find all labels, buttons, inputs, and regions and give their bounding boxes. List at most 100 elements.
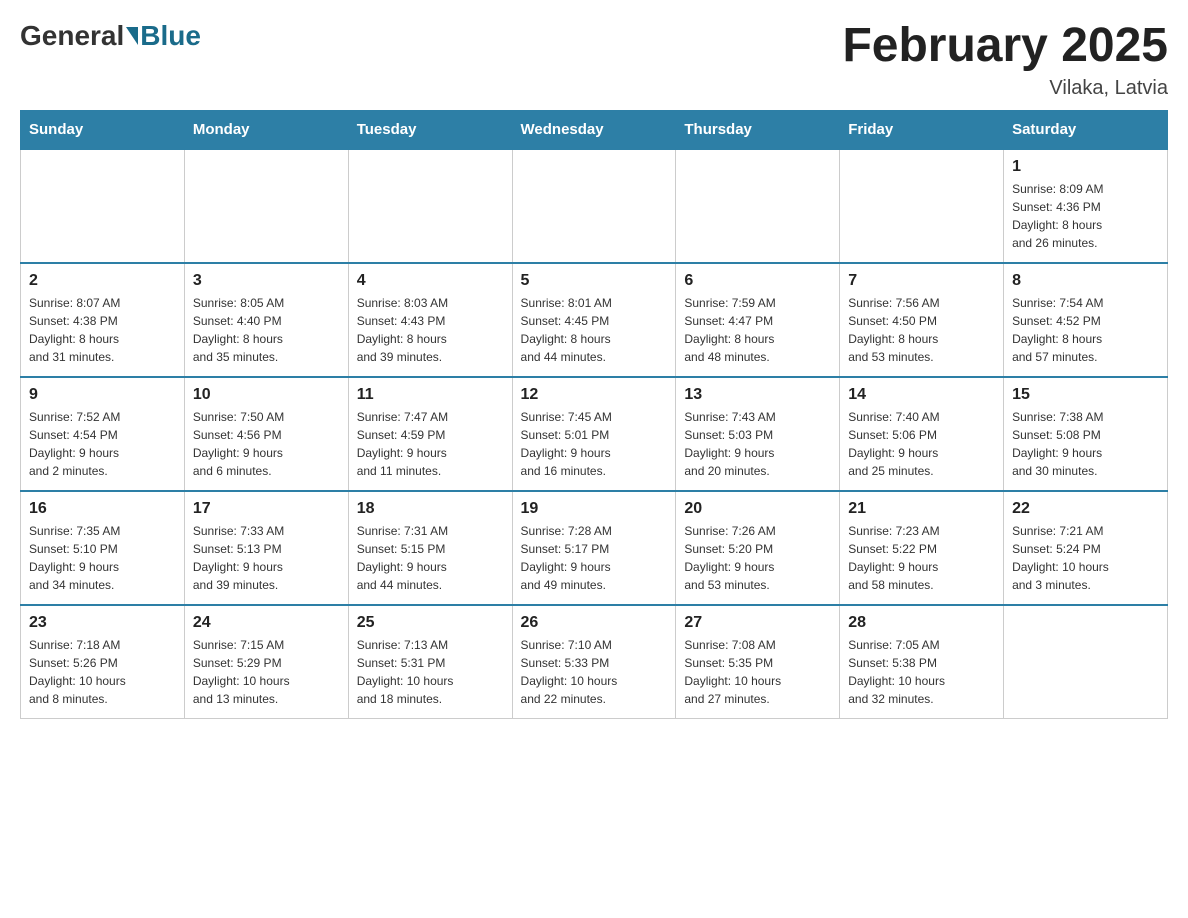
day-number: 6 [684, 272, 831, 290]
calendar-day-cell: 23 Sunrise: 7:18 AM Sunset: 5:26 PM Dayli… [21, 605, 185, 719]
day-info: Sunrise: 7:40 AM Sunset: 5:06 PM Dayligh… [848, 408, 995, 480]
calendar-day-cell: 7Sunrise: 7:56 AM Sunset: 4:50 PM Daylig… [840, 263, 1004, 377]
calendar-day-cell [1004, 605, 1168, 719]
day-number: 22 [1012, 500, 1159, 518]
calendar-week-row: 1Sunrise: 8:09 AM Sunset: 4:36 PM Daylig… [21, 149, 1168, 263]
calendar-day-cell: 2Sunrise: 8:07 AM Sunset: 4:38 PM Daylig… [21, 263, 185, 377]
day-info: Sunrise: 7:35 AM Sunset: 5:10 PM Dayligh… [29, 522, 176, 594]
calendar-day-cell [512, 149, 676, 263]
calendar-day-header: Monday [184, 110, 348, 149]
month-title: February 2025 [842, 20, 1168, 73]
day-number: 18 [357, 500, 504, 518]
calendar-day-cell: 25 Sunrise: 7:13 AM Sunset: 5:31 PM Dayli… [348, 605, 512, 719]
day-number: 14 [848, 386, 995, 404]
logo-arrow-icon [126, 27, 138, 45]
day-number: 25 [357, 614, 504, 632]
day-info: Sunrise: 7:54 AM Sunset: 4:52 PM Dayligh… [1012, 294, 1159, 366]
day-info: Sunrise: 7:31 AM Sunset: 5:15 PM Dayligh… [357, 522, 504, 594]
day-number: 27 [684, 614, 831, 632]
day-number: 3 [193, 272, 340, 290]
day-number: 13 [684, 386, 831, 404]
day-number: 19 [521, 500, 668, 518]
day-number: 12 [521, 386, 668, 404]
calendar-day-cell [21, 149, 185, 263]
calendar-day-cell: 4 Sunrise: 8:03 AM Sunset: 4:43 PM Daylig… [348, 263, 512, 377]
calendar-header-row: SundayMondayTuesdayWednesdayThursdayFrid… [21, 110, 1168, 149]
calendar-day-header: Saturday [1004, 110, 1168, 149]
calendar-day-cell [184, 149, 348, 263]
calendar-day-cell [676, 149, 840, 263]
calendar-day-cell: 21Sunrise: 7:23 AM Sunset: 5:22 PM Dayli… [840, 491, 1004, 605]
calendar-week-row: 23 Sunrise: 7:18 AM Sunset: 5:26 PM Dayli… [21, 605, 1168, 719]
calendar-day-cell: 3 Sunrise: 8:05 AM Sunset: 4:40 PM Daylig… [184, 263, 348, 377]
day-number: 28 [848, 614, 995, 632]
day-info: Sunrise: 7:05 AM Sunset: 5:38 PM Dayligh… [848, 636, 995, 708]
calendar-day-header: Wednesday [512, 110, 676, 149]
logo-blue: Blue [140, 20, 201, 52]
calendar-day-cell [840, 149, 1004, 263]
calendar-day-cell: 13 Sunrise: 7:43 AM Sunset: 5:03 PM Dayli… [676, 377, 840, 491]
calendar-day-header: Tuesday [348, 110, 512, 149]
day-number: 23 [29, 614, 176, 632]
page-header: General Blue February 2025 Vilaka, Latvi… [20, 20, 1168, 100]
logo-text: General Blue [20, 20, 201, 52]
day-info: Sunrise: 7:21 AM Sunset: 5:24 PM Dayligh… [1012, 522, 1159, 594]
day-number: 16 [29, 500, 176, 518]
calendar-day-cell: 17Sunrise: 7:33 AM Sunset: 5:13 PM Dayli… [184, 491, 348, 605]
day-number: 21 [848, 500, 995, 518]
calendar-day-cell: 22 Sunrise: 7:21 AM Sunset: 5:24 PM Dayli… [1004, 491, 1168, 605]
day-number: 5 [521, 272, 668, 290]
calendar-day-header: Friday [840, 110, 1004, 149]
calendar-day-cell: 20 Sunrise: 7:26 AM Sunset: 5:20 PM Dayli… [676, 491, 840, 605]
location: Vilaka, Latvia [842, 77, 1168, 100]
day-info: Sunrise: 8:03 AM Sunset: 4:43 PM Dayligh… [357, 294, 504, 366]
day-info: Sunrise: 7:26 AM Sunset: 5:20 PM Dayligh… [684, 522, 831, 594]
day-info: Sunrise: 7:38 AM Sunset: 5:08 PM Dayligh… [1012, 408, 1159, 480]
calendar-day-cell: 9 Sunrise: 7:52 AM Sunset: 4:54 PM Daylig… [21, 377, 185, 491]
calendar-day-header: Sunday [21, 110, 185, 149]
calendar-day-cell: 19 Sunrise: 7:28 AM Sunset: 5:17 PM Dayli… [512, 491, 676, 605]
calendar-day-cell: 5 Sunrise: 8:01 AM Sunset: 4:45 PM Daylig… [512, 263, 676, 377]
calendar-day-cell: 6Sunrise: 7:59 AM Sunset: 4:47 PM Daylig… [676, 263, 840, 377]
day-info: Sunrise: 8:05 AM Sunset: 4:40 PM Dayligh… [193, 294, 340, 366]
day-number: 20 [684, 500, 831, 518]
day-info: Sunrise: 7:43 AM Sunset: 5:03 PM Dayligh… [684, 408, 831, 480]
calendar-day-cell: 24Sunrise: 7:15 AM Sunset: 5:29 PM Dayli… [184, 605, 348, 719]
day-number: 17 [193, 500, 340, 518]
day-info: Sunrise: 8:07 AM Sunset: 4:38 PM Dayligh… [29, 294, 176, 366]
calendar-day-cell: 28 Sunrise: 7:05 AM Sunset: 5:38 PM Dayli… [840, 605, 1004, 719]
day-info: Sunrise: 8:01 AM Sunset: 4:45 PM Dayligh… [521, 294, 668, 366]
day-number: 8 [1012, 272, 1159, 290]
calendar-week-row: 16 Sunrise: 7:35 AM Sunset: 5:10 PM Dayli… [21, 491, 1168, 605]
calendar-day-cell: 1Sunrise: 8:09 AM Sunset: 4:36 PM Daylig… [1004, 149, 1168, 263]
day-info: Sunrise: 7:10 AM Sunset: 5:33 PM Dayligh… [521, 636, 668, 708]
day-number: 1 [1012, 158, 1159, 176]
calendar-week-row: 2Sunrise: 8:07 AM Sunset: 4:38 PM Daylig… [21, 263, 1168, 377]
calendar-day-header: Thursday [676, 110, 840, 149]
day-info: Sunrise: 7:18 AM Sunset: 5:26 PM Dayligh… [29, 636, 176, 708]
day-number: 4 [357, 272, 504, 290]
day-number: 10 [193, 386, 340, 404]
calendar-day-cell: 15 Sunrise: 7:38 AM Sunset: 5:08 PM Dayli… [1004, 377, 1168, 491]
day-info: Sunrise: 7:08 AM Sunset: 5:35 PM Dayligh… [684, 636, 831, 708]
day-info: Sunrise: 7:15 AM Sunset: 5:29 PM Dayligh… [193, 636, 340, 708]
day-number: 11 [357, 386, 504, 404]
day-info: Sunrise: 7:45 AM Sunset: 5:01 PM Dayligh… [521, 408, 668, 480]
day-info: Sunrise: 7:13 AM Sunset: 5:31 PM Dayligh… [357, 636, 504, 708]
day-info: Sunrise: 7:50 AM Sunset: 4:56 PM Dayligh… [193, 408, 340, 480]
day-number: 9 [29, 386, 176, 404]
calendar-day-cell: 11 Sunrise: 7:47 AM Sunset: 4:59 PM Dayli… [348, 377, 512, 491]
day-info: Sunrise: 7:52 AM Sunset: 4:54 PM Dayligh… [29, 408, 176, 480]
calendar-day-cell: 12 Sunrise: 7:45 AM Sunset: 5:01 PM Dayli… [512, 377, 676, 491]
calendar-day-cell: 18 Sunrise: 7:31 AM Sunset: 5:15 PM Dayli… [348, 491, 512, 605]
day-info: Sunrise: 7:47 AM Sunset: 4:59 PM Dayligh… [357, 408, 504, 480]
day-number: 26 [521, 614, 668, 632]
title-area: February 2025 Vilaka, Latvia [842, 20, 1168, 100]
logo: General Blue [20, 20, 201, 52]
logo-general: General [20, 20, 124, 52]
calendar-table: SundayMondayTuesdayWednesdayThursdayFrid… [20, 110, 1168, 719]
calendar-day-cell [348, 149, 512, 263]
calendar-week-row: 9 Sunrise: 7:52 AM Sunset: 4:54 PM Daylig… [21, 377, 1168, 491]
day-number: 15 [1012, 386, 1159, 404]
day-info: Sunrise: 7:28 AM Sunset: 5:17 PM Dayligh… [521, 522, 668, 594]
